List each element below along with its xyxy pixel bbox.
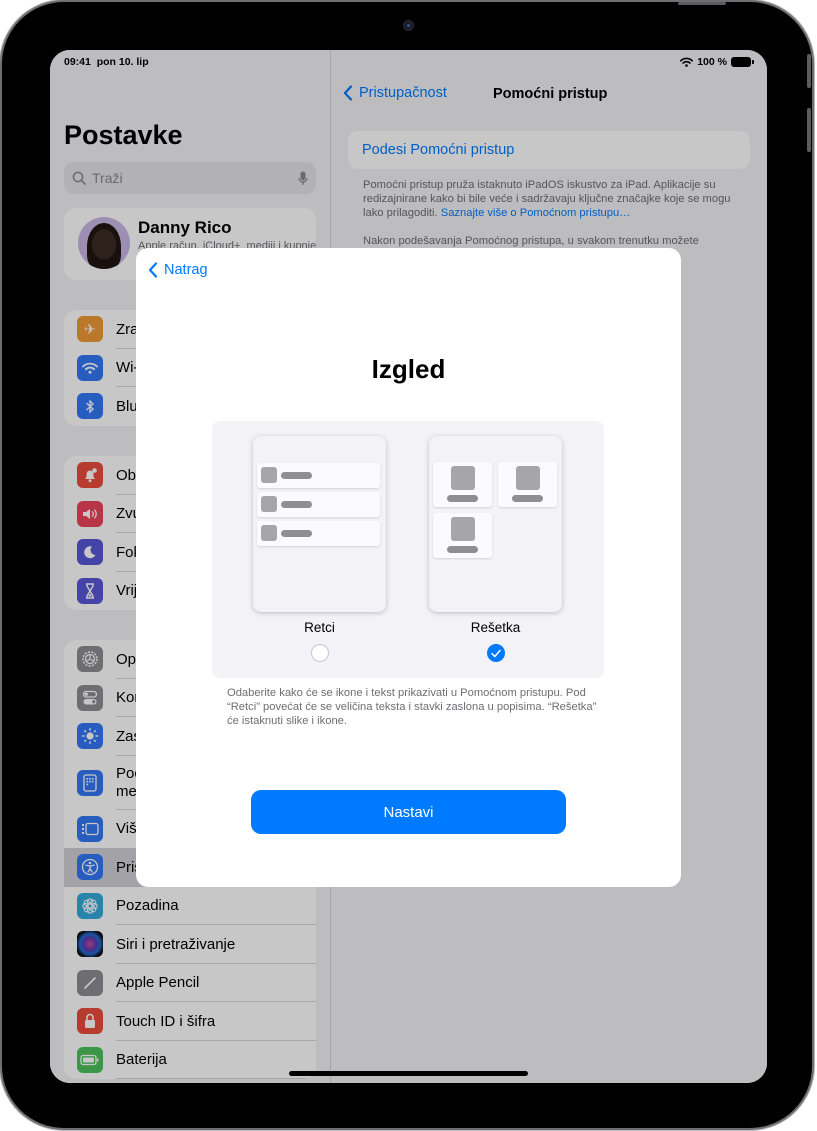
appearance-sheet: Natrag Izgled Retci Rešetka Odaberite ka… (136, 248, 681, 887)
checkmark-icon (490, 649, 501, 657)
back-button[interactable]: Natrag (148, 262, 208, 278)
home-indicator[interactable] (289, 1071, 528, 1076)
layout-option-rows[interactable]: Retci (253, 436, 386, 662)
top-button (678, 2, 726, 5)
grid-preview-illustration (429, 436, 562, 612)
sheet-title: Izgled (371, 354, 446, 384)
option-label: Retci (304, 620, 335, 635)
rows-preview-illustration (253, 436, 386, 612)
volume-up-button (807, 54, 811, 88)
back-label: Natrag (164, 262, 208, 278)
option-label: Rešetka (470, 620, 521, 635)
grid-radio-button-selected[interactable] (486, 644, 505, 662)
ipad-frame: 09:41 pon 10. lip Postavke Traži Danny R… (2, 2, 812, 1128)
rows-radio-button[interactable] (310, 644, 329, 662)
continue-button[interactable]: Nastavi (251, 790, 566, 834)
chevron-left-icon (148, 262, 158, 278)
front-camera (403, 20, 414, 31)
screen: 09:41 pon 10. lip Postavke Traži Danny R… (50, 50, 767, 1083)
volume-down-button (807, 108, 811, 152)
layout-option-grid[interactable]: Rešetka (429, 436, 562, 662)
layout-options: Retci Rešetka (212, 421, 604, 678)
layout-description: Odaberite kako će se ikone i tekst prika… (227, 687, 597, 727)
